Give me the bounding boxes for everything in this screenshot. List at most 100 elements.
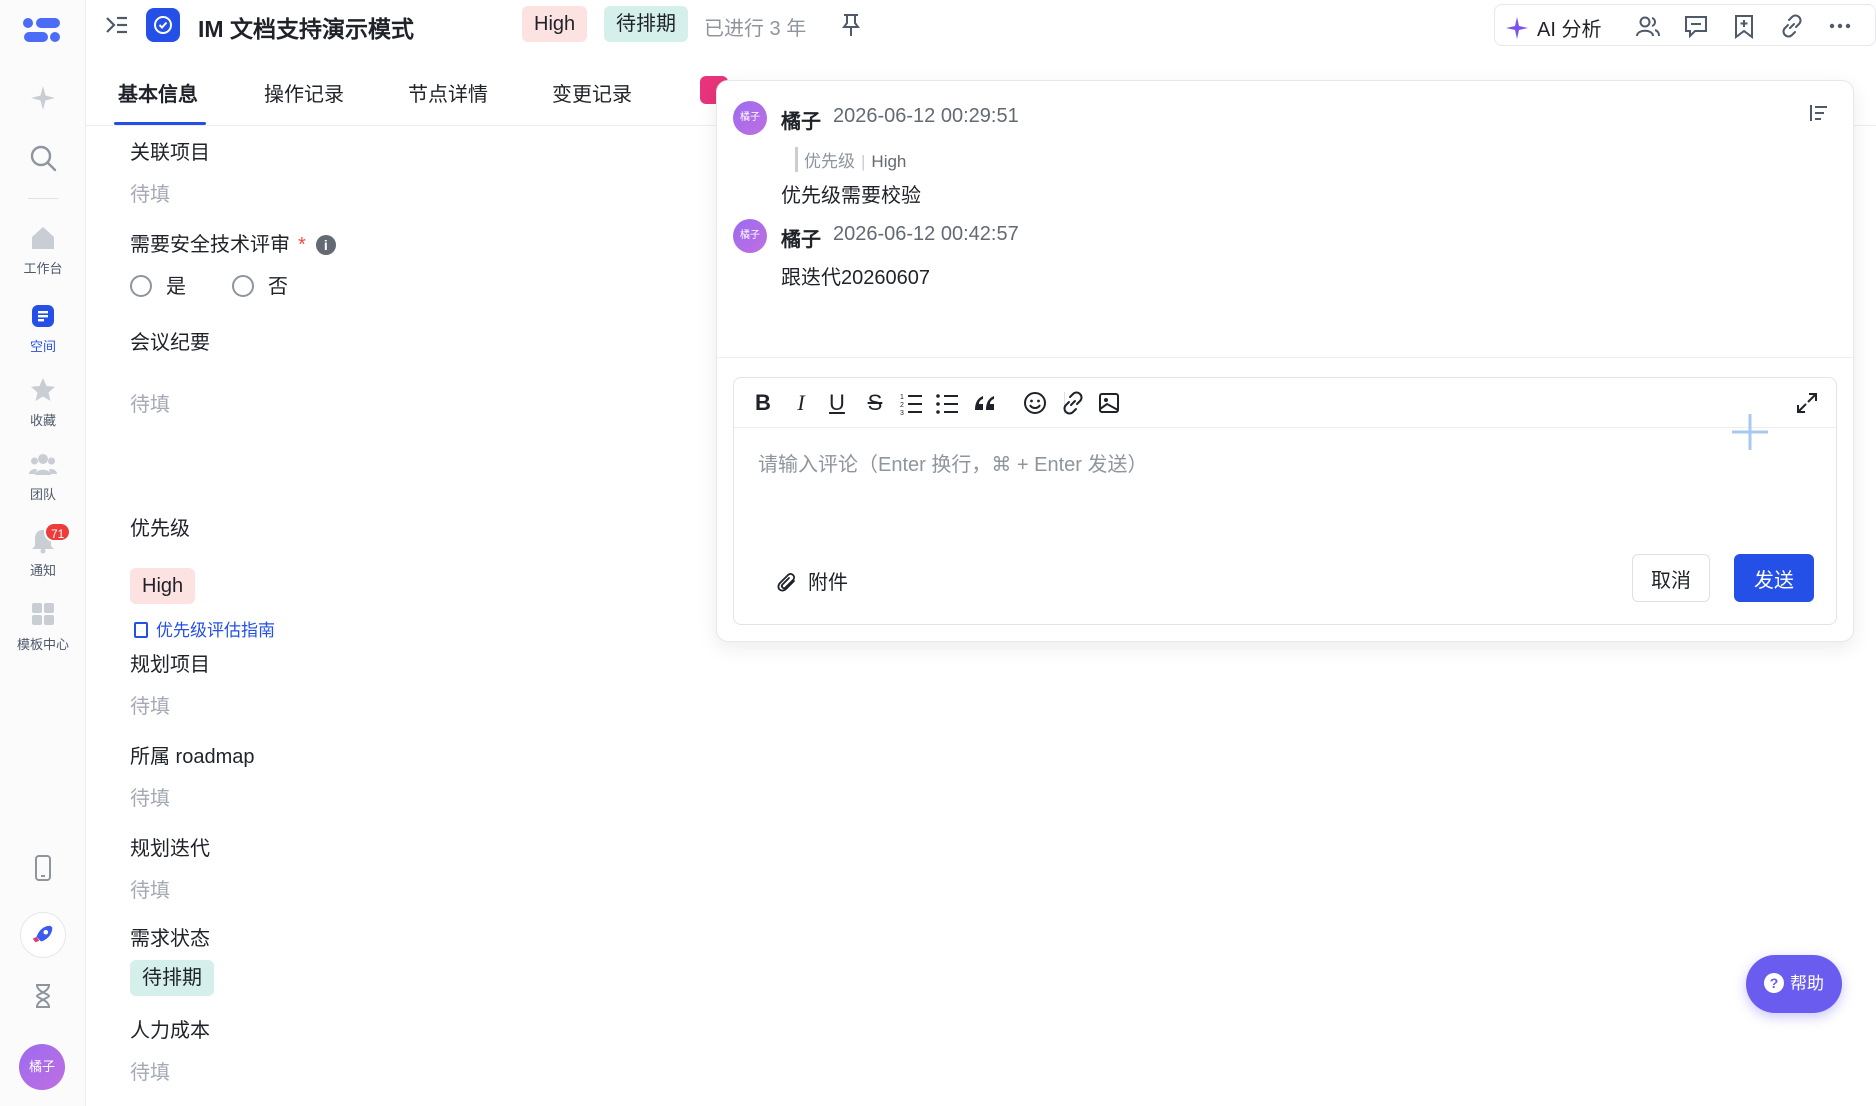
app-logo[interactable]	[22, 16, 62, 44]
rail-item-templates[interactable]: 模板中心	[0, 600, 86, 653]
link-icon[interactable]	[1779, 13, 1805, 39]
rail-item-notifications[interactable]: 71 通知	[0, 522, 86, 579]
rail-item-label: 通知	[29, 563, 56, 578]
ai-analysis-button[interactable]: AI 分析	[1505, 13, 1601, 42]
bookmark-add-icon[interactable]	[1731, 13, 1757, 39]
tab-change-log[interactable]: 变更记录	[552, 78, 632, 107]
rail-item-label: 团队	[29, 487, 56, 502]
rail-item-label: 工作台	[23, 261, 63, 276]
search-icon	[30, 145, 57, 172]
ai-analysis-label: AI 分析	[1537, 19, 1602, 41]
help-icon: ?	[1764, 973, 1784, 993]
ordered-list-icon[interactable]: 123	[898, 390, 924, 416]
comment-author[interactable]: 橘子	[781, 223, 821, 252]
pin-icon[interactable]	[840, 12, 862, 38]
cancel-button[interactable]: 取消	[1632, 554, 1710, 602]
field-label-labor-cost: 人力成本	[130, 1020, 210, 1042]
sort-icon[interactable]	[1807, 101, 1831, 125]
emoji-icon[interactable]	[1022, 390, 1048, 416]
rail-ai-spark[interactable]	[0, 84, 86, 118]
comment-author[interactable]: 橘子	[781, 105, 821, 134]
tab-basic-info[interactable]: 基本信息	[118, 78, 198, 107]
field-label-security-review: 需要安全技术评审 * i	[130, 228, 336, 257]
rail-item-space[interactable]: 空间	[0, 302, 86, 355]
status-tag[interactable]: 待排期	[604, 6, 688, 42]
comment-time: 2026-06-12 00:29:51	[833, 105, 1019, 127]
comment-icon[interactable]	[1683, 13, 1709, 39]
radio-no[interactable]: 否	[232, 270, 288, 299]
field-label-meeting-notes: 会议纪要	[130, 332, 210, 354]
priority-guide-text: 优先级评估指南	[156, 621, 275, 640]
rail-item-team[interactable]: 团队	[0, 450, 86, 503]
field-value-planned-project[interactable]: 待填	[130, 690, 170, 719]
svg-text:2: 2	[900, 402, 904, 409]
italic-icon[interactable]: I	[788, 390, 814, 416]
sidebar-toggle-icon[interactable]	[104, 12, 130, 38]
priority-guide-link[interactable]: 优先级评估指南	[134, 616, 275, 641]
document-icon	[134, 622, 148, 638]
send-button[interactable]: 发送	[1734, 554, 1814, 602]
quote-icon[interactable]	[972, 390, 998, 416]
bullet-list-icon[interactable]	[934, 390, 960, 416]
editor-toolbar: B I U S 123	[734, 378, 1836, 428]
image-icon[interactable]	[1096, 390, 1122, 416]
field-value-roadmap[interactable]: 待填	[130, 782, 170, 811]
comment-body: 跟迭代20260607	[781, 267, 930, 289]
paperclip-icon	[777, 572, 796, 592]
rail-item-favorites[interactable]: 收藏	[0, 376, 86, 429]
comment-time: 2026-06-12 00:42:57	[833, 223, 1019, 245]
quote-separator: |	[861, 152, 866, 171]
field-value-related-project[interactable]: 待填	[130, 178, 170, 207]
rail-history[interactable]	[0, 982, 86, 1016]
requirement-status-tag[interactable]: 待排期	[130, 960, 214, 996]
strikethrough-icon[interactable]: S	[862, 390, 888, 416]
field-value-meeting-notes[interactable]: 待填	[130, 388, 170, 417]
priority-tag[interactable]: High	[522, 6, 588, 42]
comment-avatar[interactable]: 橘子	[733, 101, 767, 135]
field-value-labor-cost[interactable]: 待填	[130, 1056, 170, 1085]
comment-avatar[interactable]: 橘子	[733, 219, 767, 253]
rail-mobile[interactable]	[0, 854, 86, 888]
field-label-planned-iteration: 规划迭代	[130, 838, 210, 860]
quote-value: High	[871, 152, 907, 171]
page-title: IM 文档支持演示模式	[198, 16, 414, 42]
insert-link-icon[interactable]	[1060, 390, 1086, 416]
members-icon[interactable]	[1635, 13, 1661, 39]
field-label-roadmap: 所属 roadmap	[130, 746, 255, 768]
bold-icon[interactable]: B	[750, 390, 776, 416]
field-label-requirement-status: 需求状态	[130, 928, 210, 950]
radio-label: 否	[268, 276, 288, 298]
required-mark: *	[298, 234, 306, 256]
svg-text:3: 3	[900, 410, 904, 416]
rail-item-workbench[interactable]: 工作台	[0, 224, 86, 277]
radio-circle	[232, 275, 254, 297]
comment-body: 优先级需要校验	[781, 185, 921, 207]
radio-label: 是	[166, 276, 186, 298]
rail-item-label: 收藏	[29, 413, 56, 428]
tab-operation-log[interactable]: 操作记录	[264, 78, 344, 107]
comment-item: 橘子 橘子 2026-06-12 00:42:57 跟迭代20260607	[733, 219, 1633, 299]
underline-icon[interactable]: U	[824, 390, 850, 416]
radio-yes[interactable]: 是	[130, 270, 186, 299]
help-button[interactable]: ? 帮助	[1746, 955, 1842, 1013]
comment-input[interactable]: 请输入评论（Enter 换行，⌘ + Enter 发送）	[758, 448, 1658, 477]
more-icon[interactable]	[1827, 13, 1853, 39]
radio-circle	[130, 275, 152, 297]
comment-item: 橘子 橘子 2026-06-12 00:29:51 优先级 | High 优先级需要…	[733, 101, 1633, 221]
home-icon	[32, 227, 54, 249]
hourglass-icon	[35, 984, 51, 1008]
user-avatar[interactable]: 橘子	[19, 1044, 65, 1090]
header-action-group: AI 分析	[1494, 4, 1876, 46]
detail-header: IM 文档支持演示模式 High 待排期 已进行 3 年 AI 分析	[86, 0, 1876, 52]
expand-icon[interactable]	[1794, 390, 1820, 416]
field-value-planned-iteration[interactable]: 待填	[130, 874, 170, 903]
mobile-icon	[35, 855, 51, 881]
attach-button[interactable]: 附件	[776, 566, 848, 595]
info-icon[interactable]: i	[315, 235, 336, 255]
comment-quote: 优先级 | High	[795, 147, 906, 172]
rail-search[interactable]	[0, 144, 86, 178]
priority-value-tag[interactable]: High	[130, 568, 196, 604]
tab-node-details[interactable]: 节点详情	[408, 78, 488, 107]
field-label-priority: 优先级	[130, 518, 190, 540]
rail-rocket[interactable]	[20, 912, 66, 958]
